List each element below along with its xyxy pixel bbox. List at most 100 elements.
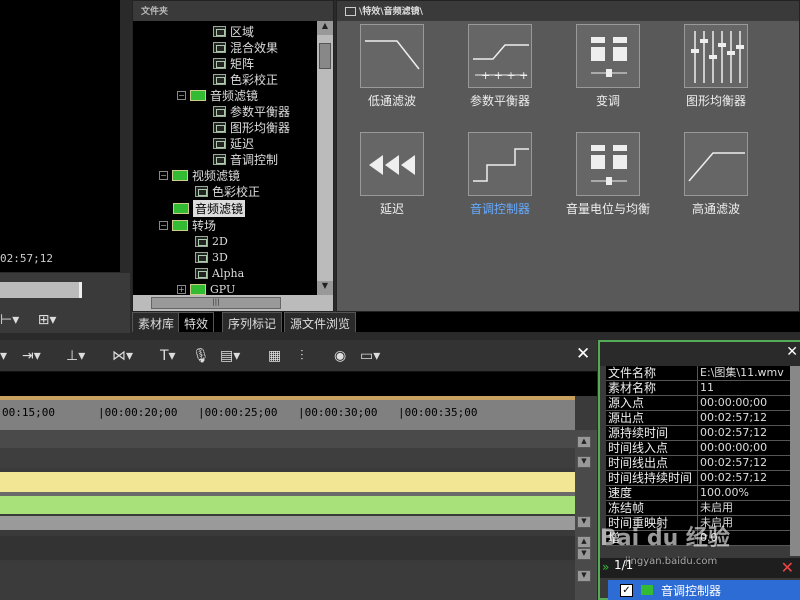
tree-folder[interactable]: − 转场 xyxy=(159,217,216,233)
tab-bin[interactable]: 素材库 xyxy=(132,312,181,332)
mode-icon[interactable]: ▾ xyxy=(0,348,7,364)
info-row: 文件名称 E:\图集\11.wmv xyxy=(606,366,790,381)
tree-folder[interactable]: + GPU xyxy=(177,281,235,295)
scroll-down-icon[interactable]: ▼ xyxy=(577,516,591,528)
audio-mixer-icon[interactable]: ▤▾ xyxy=(220,348,240,364)
ruler-tick: 00:15;00 xyxy=(2,406,55,419)
tone-control-icon xyxy=(468,132,532,196)
tree-folder[interactable]: − 视频滤镜 xyxy=(159,167,240,183)
file-icon xyxy=(213,73,226,85)
window-icon[interactable]: ▭▾ xyxy=(360,348,380,364)
insert-mode-icon[interactable]: ⊢▾ xyxy=(0,312,19,328)
preview-scrubber[interactable] xyxy=(0,282,82,298)
tab-source-browser[interactable]: 源文件浏览 xyxy=(284,312,357,332)
pitch-icon xyxy=(576,24,640,88)
scroll-thumb[interactable]: ||| xyxy=(151,297,281,309)
collapse-icon[interactable]: − xyxy=(177,90,186,100)
tab-effects[interactable]: 特效 xyxy=(178,312,215,332)
folder-icon xyxy=(345,7,356,16)
audio-clip[interactable] xyxy=(0,496,575,514)
file-icon xyxy=(213,41,226,53)
file-icon xyxy=(195,267,208,279)
ruler-tick: |00:00:30;00 xyxy=(298,406,378,419)
timeline-ruler[interactable]: 00:15;00 |00:00:20;00 |00:00:25;00 |00:0… xyxy=(0,396,575,430)
folder-panel-header: 文件夹 xyxy=(133,1,333,21)
ripple-icon[interactable]: ⇥▾ xyxy=(22,348,41,364)
tree-item[interactable]: 图形均衡器 xyxy=(213,119,290,135)
effect-graphic-eq[interactable]: 图形均衡器 xyxy=(666,24,766,109)
close-icon[interactable]: ✕ xyxy=(786,344,798,360)
effect-lowpass[interactable]: 低通滤波 xyxy=(342,24,442,109)
tree-item[interactable]: 延迟 xyxy=(213,135,254,151)
color-wheel-icon[interactable]: ◉ xyxy=(334,348,346,364)
effect-pitch[interactable]: 变调 xyxy=(558,24,658,109)
close-icon[interactable]: ✕ xyxy=(576,344,590,364)
tree-item[interactable]: 色彩校正 xyxy=(195,183,260,199)
tab-sequence-markers[interactable]: 序列标记 xyxy=(222,312,283,332)
info-table: 文件名称 E:\图集\11.wmv 素材名称 11 源入点 00:00:00;00 源… xyxy=(606,366,790,546)
mixer-sliders-icon[interactable]: ⫶ xyxy=(300,348,304,364)
graphic-eq-icon xyxy=(684,24,748,88)
scroll-down-icon[interactable]: ▼ xyxy=(577,456,591,468)
highpass-icon xyxy=(684,132,748,196)
scroll-down-icon[interactable]: ▼ xyxy=(577,548,591,560)
tree-item[interactable]: 混合效果 xyxy=(213,39,278,55)
link-icon[interactable]: ⋈▾ xyxy=(112,348,133,364)
info-scrollbar[interactable] xyxy=(790,366,800,556)
file-icon xyxy=(213,105,226,117)
timeline-track xyxy=(0,516,575,530)
overwrite-mode-icon[interactable]: ⊞▾ xyxy=(38,312,57,328)
preview-timecode: 02:57;12 xyxy=(0,252,53,265)
delete-effect-icon[interactable]: ✕ xyxy=(781,558,794,577)
watermark-logo: Bai du 经验 xyxy=(600,526,730,551)
panel-tab-bar: 素材库 特效 序列标记 源文件浏览 xyxy=(132,312,800,332)
scroll-up-icon[interactable]: ▲ xyxy=(577,436,591,448)
tree-item[interactable]: 2D xyxy=(195,233,228,249)
effect-param-eq[interactable]: + + + + 参数平衡器 xyxy=(450,24,550,109)
folder-icon xyxy=(173,202,189,214)
effect-highpass[interactable]: 高通滤波 xyxy=(666,132,766,217)
tree-folder[interactable]: − 音频滤镜 xyxy=(177,87,258,103)
info-row: 冻结帧 未启用 xyxy=(606,501,790,516)
tree-item[interactable]: 参数平衡器 xyxy=(213,103,290,119)
split-icon[interactable]: ⊥▾ xyxy=(66,348,85,364)
watermark-url: jingyan.baidu.com xyxy=(625,556,718,567)
tree-item[interactable]: 色彩校正 xyxy=(213,71,278,87)
folder-vertical-scrollbar[interactable]: ▲ ▼ xyxy=(317,21,333,295)
folder-tree: 区域 混合效果 矩阵 色彩校正 − 音频滤镜 参数平衡器 图形均衡器 延迟 音调控… xyxy=(133,21,317,295)
expand-icon[interactable]: + xyxy=(177,284,186,294)
effect-delay[interactable]: 延迟 xyxy=(342,132,442,217)
param-eq-icon: + + + + xyxy=(468,24,532,88)
folder-horizontal-scrollbar[interactable]: ||| xyxy=(133,295,333,311)
text-icon[interactable]: T▾ xyxy=(160,348,176,364)
effect-volume-pan[interactable]: 音量电位与均衡 xyxy=(558,132,658,217)
applied-effect-row[interactable]: ✓ 音调控制器 xyxy=(608,580,800,600)
video-clip[interactable] xyxy=(0,472,575,492)
tree-item[interactable]: 3D xyxy=(195,249,228,265)
folder-panel: 文件夹 区域 混合效果 矩阵 色彩校正 − 音频滤镜 参数平衡器 图形均衡器 延迟… xyxy=(132,0,334,312)
info-row: 素材名称 11 xyxy=(606,381,790,396)
timeline-scrollbar[interactable]: ▲ ▼ ▼ ▲ ▼ ▼ xyxy=(575,430,597,600)
multicam-icon[interactable]: ▦ xyxy=(268,348,281,364)
effect-tone-control[interactable]: 音调控制器 xyxy=(450,132,550,217)
tree-item[interactable]: 区域 xyxy=(213,23,254,39)
scroll-down-icon[interactable]: ▼ xyxy=(317,281,333,295)
info-panel-header: ✕ xyxy=(600,342,800,366)
tree-folder-selected[interactable]: 音频滤镜 xyxy=(173,199,246,217)
scroll-thumb[interactable] xyxy=(319,43,331,69)
effect-enabled-checkbox[interactable]: ✓ xyxy=(620,583,633,597)
scroll-down-icon[interactable]: ▼ xyxy=(577,570,591,582)
audio-effect-icon xyxy=(641,585,653,595)
tree-item[interactable]: 音调控制 xyxy=(213,151,278,167)
scroll-up-icon[interactable]: ▲ xyxy=(577,536,591,548)
collapse-icon[interactable]: − xyxy=(159,170,168,180)
scroll-up-icon[interactable]: ▲ xyxy=(317,21,333,35)
collapse-icon[interactable]: − xyxy=(159,220,168,230)
timeline-track xyxy=(0,448,575,468)
info-row: 源入点 00:00:00;00 xyxy=(606,396,790,411)
file-icon xyxy=(195,235,208,247)
file-icon xyxy=(213,137,226,149)
microphone-icon[interactable]: 🎙 xyxy=(192,348,210,364)
tree-item[interactable]: Alpha xyxy=(195,265,244,281)
tree-item[interactable]: 矩阵 xyxy=(213,55,254,71)
